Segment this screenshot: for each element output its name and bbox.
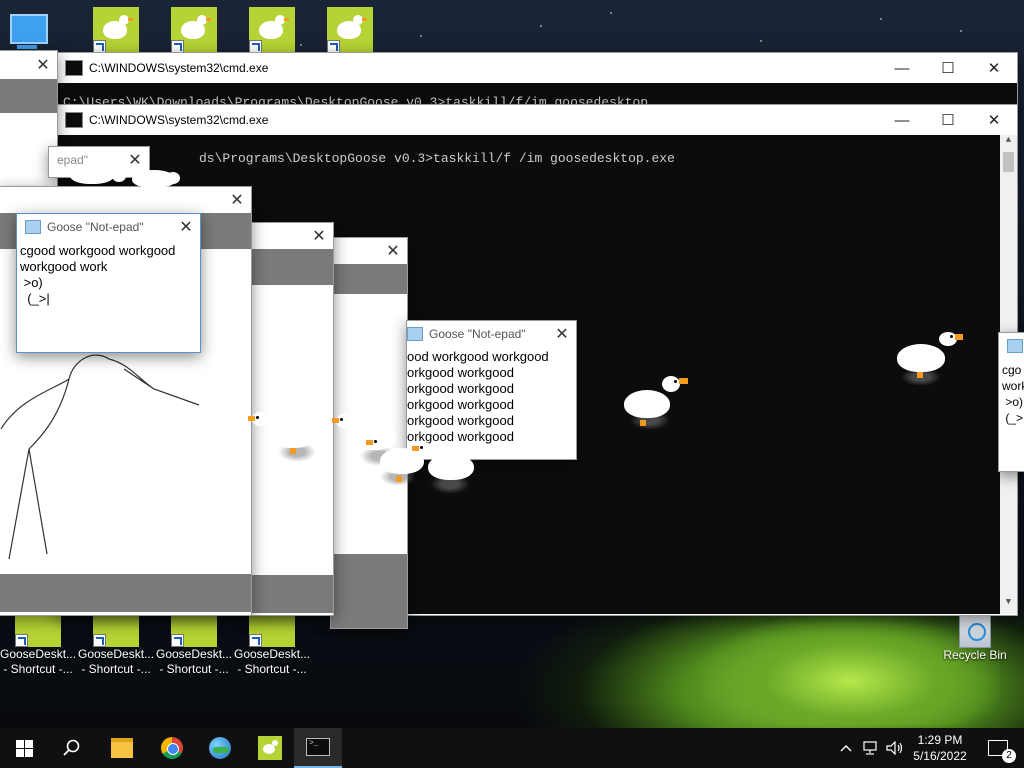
maximize-button[interactable]: ☐	[925, 53, 971, 83]
cmd-taskbar-button[interactable]: >_	[294, 728, 342, 768]
internet-download-button[interactable]	[196, 728, 244, 768]
search-icon	[63, 739, 80, 756]
window-title: Goose "Not-epad"	[429, 327, 526, 341]
cmd-line: ds\Programs\DesktopGoose v0.3>taskkill/f…	[199, 151, 675, 166]
shortcut-label: GooseDeskt...	[234, 647, 311, 661]
recycle-bin[interactable]: Recycle Bin	[937, 612, 1013, 663]
start-button[interactable]	[0, 728, 48, 768]
window-title: Goose "Not-epad"	[47, 220, 144, 234]
scrollbar-thumb[interactable]	[1003, 152, 1014, 172]
text-line: orkgood workgood	[407, 397, 514, 412]
scroll-down-icon[interactable]: ▼	[1000, 597, 1017, 614]
recycle-bin-icon	[959, 612, 991, 648]
window-title: C:\WINDOWS\system32\cmd.exe	[89, 113, 269, 127]
windows-logo-icon	[15, 739, 33, 757]
minimize-button[interactable]: —	[879, 105, 925, 135]
close-icon[interactable]: ✕	[29, 55, 57, 75]
goose-shortcut-icon[interactable]	[171, 7, 217, 53]
this-pc-icon[interactable]	[10, 8, 48, 49]
goose-icon	[258, 736, 282, 760]
text-line: orkgood workgood	[407, 413, 514, 428]
desktop-shortcut-goose[interactable]: GooseDeskt... - Shortcut -...	[156, 615, 232, 677]
goose-shortcut-icon[interactable]	[249, 7, 295, 53]
goose-notepad-main[interactable]: Goose "Not-epad" ✕ cgood workgood workgo…	[16, 213, 201, 353]
file-explorer-button[interactable]	[98, 728, 146, 768]
close-icon[interactable]: ✕	[223, 190, 251, 210]
notepad-textarea[interactable]: cgo work >o) (_>	[999, 359, 1024, 429]
goose-sprite[interactable]	[895, 330, 967, 386]
globe-icon	[209, 737, 231, 759]
goose-sprite[interactable]	[622, 372, 692, 432]
shortcut-label: GooseDeskt...	[156, 647, 233, 661]
minimize-button[interactable]: —	[879, 53, 925, 83]
chrome-icon	[161, 737, 183, 759]
shortcut-label: - Shortcut -...	[81, 662, 151, 676]
shortcut-label: GooseDeskt...	[78, 647, 155, 661]
goose-taskbar-button[interactable]	[246, 728, 294, 768]
notification-icon: 2	[988, 740, 1016, 763]
shortcut-label: GooseDeskt...	[0, 647, 77, 661]
notepad-textarea[interactable]: cgood workgood workgood workgood work >o…	[17, 240, 200, 310]
cmd-icon	[65, 112, 83, 128]
maximize-button[interactable]: ☐	[925, 105, 971, 135]
goose-sprite[interactable]	[60, 160, 190, 190]
goose-shortcut-icon[interactable]	[93, 7, 139, 53]
recycle-bin-label: Recycle Bin	[943, 648, 1007, 662]
close-icon[interactable]: ✕	[548, 324, 576, 344]
text-line: ood workgood workgood	[407, 349, 549, 364]
text-line: orkgood workgood	[407, 381, 514, 396]
text-line: orkgood workgood	[407, 365, 514, 380]
chrome-button[interactable]	[148, 728, 196, 768]
close-icon[interactable]: ✕	[379, 241, 407, 261]
goose-sprite[interactable]	[248, 408, 320, 464]
cmd-icon: >_	[306, 738, 330, 756]
shortcut-label: - Shortcut -...	[237, 662, 307, 676]
action-center-button[interactable]: 2	[978, 728, 1018, 768]
volume-icon[interactable]	[884, 728, 906, 768]
close-button[interactable]: ✕	[971, 53, 1017, 83]
notepad-icon	[407, 327, 423, 341]
desktop-shortcut-goose[interactable]: GooseDeskt... - Shortcut -...	[0, 615, 76, 677]
notepad-icon	[1007, 339, 1023, 353]
folder-icon	[111, 738, 133, 758]
shortcut-label: - Shortcut -...	[159, 662, 229, 676]
notification-badge: 2	[1002, 749, 1016, 763]
clock-time: 1:29 PM	[917, 733, 963, 747]
close-icon[interactable]: ✕	[172, 217, 200, 237]
shortcut-label: - Shortcut -...	[3, 662, 73, 676]
notepad-icon	[25, 220, 41, 234]
notepad-textarea[interactable]: ood workgood workgood orkgood workgood ork…	[407, 347, 576, 445]
close-button[interactable]: ✕	[971, 105, 1017, 135]
cmd-icon	[65, 60, 83, 76]
network-icon[interactable]	[860, 728, 882, 768]
goose-shortcut-icon[interactable]	[327, 7, 373, 53]
search-button[interactable]	[48, 728, 96, 768]
goose-notepad-right[interactable]: cgo work >o) (_>	[998, 332, 1024, 472]
close-icon[interactable]: ✕	[305, 226, 333, 246]
clock[interactable]: 1:29 PM 5/16/2022	[908, 728, 972, 768]
taskbar: >_ 1:29 PM 5/16/2022 2	[0, 728, 1024, 768]
desktop-shortcut-goose[interactable]: GooseDeskt... - Shortcut -...	[78, 615, 154, 677]
desktop-shortcut-goose[interactable]: GooseDeskt... - Shortcut -...	[234, 615, 310, 677]
clock-date: 5/16/2022	[913, 749, 967, 763]
show-hidden-icons-chevron-icon[interactable]	[836, 728, 856, 768]
goose-sprite[interactable]	[412, 438, 476, 494]
scroll-up-icon[interactable]: ▲	[1000, 135, 1017, 152]
window-title: C:\WINDOWS\system32\cmd.exe	[89, 61, 269, 75]
